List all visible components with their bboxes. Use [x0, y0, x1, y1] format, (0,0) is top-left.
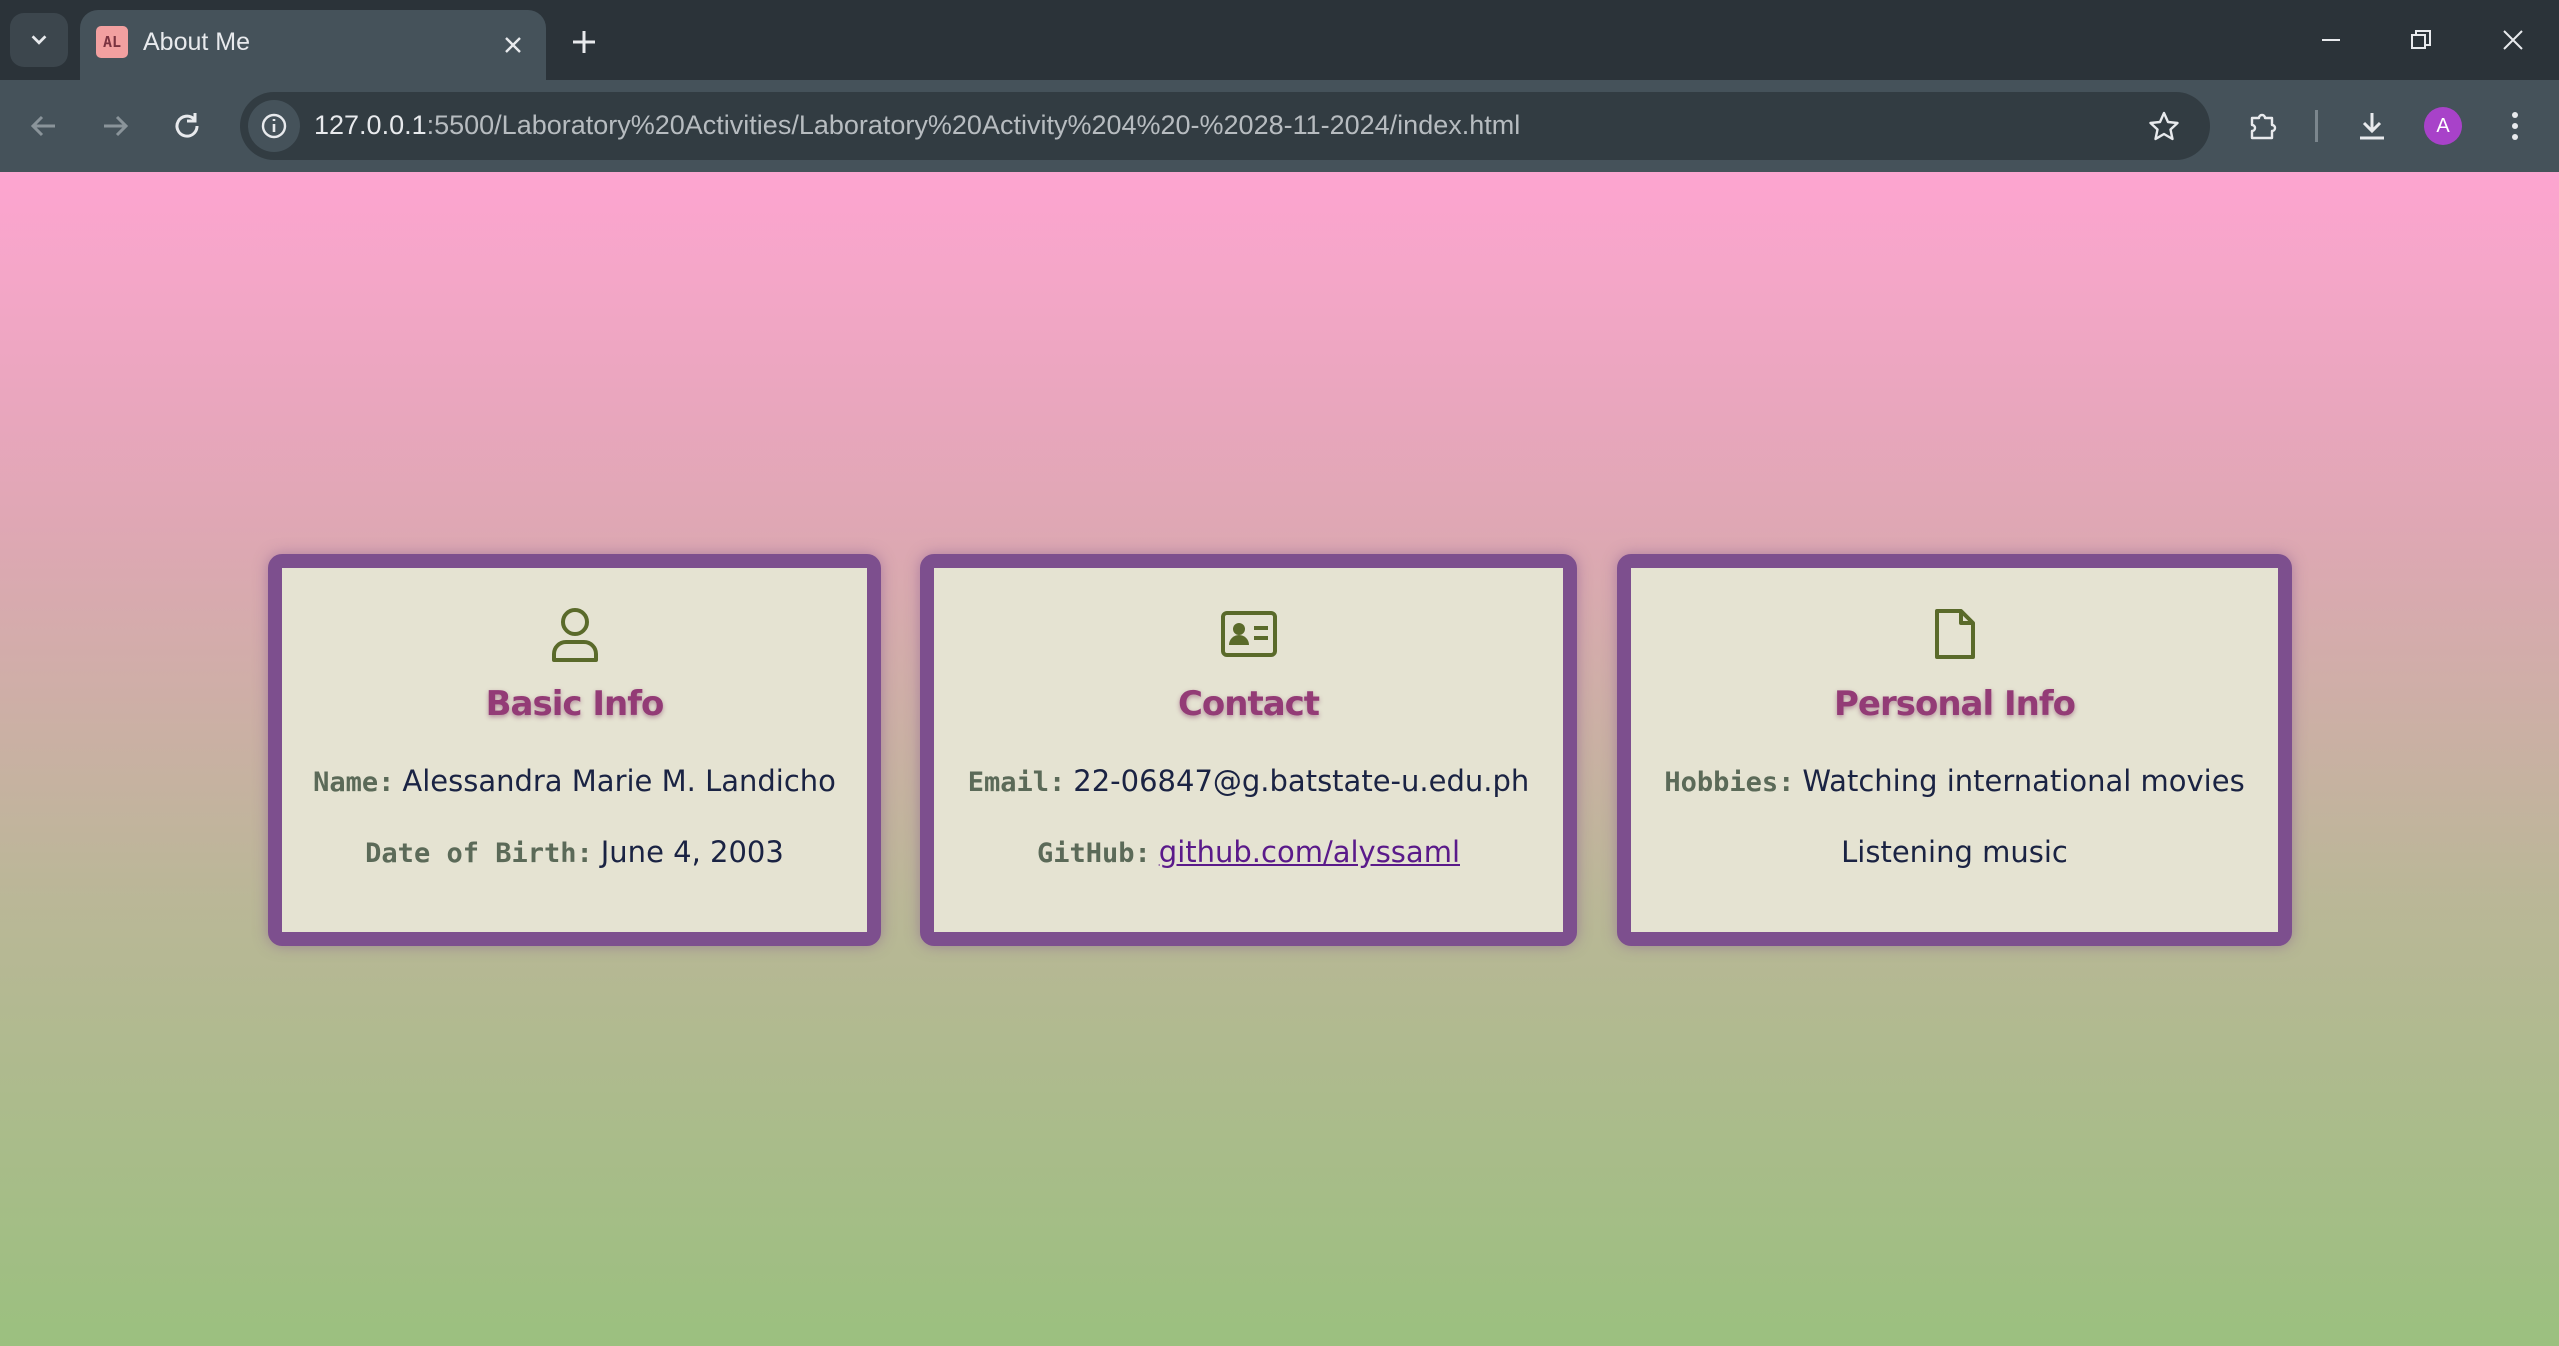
card-title: Basic Info: [485, 684, 665, 724]
email-label: Email:: [967, 767, 1066, 798]
puzzle-icon: [2250, 113, 2277, 140]
email-row: Email: 22-06847@g.batstate-u.edu.ph: [934, 764, 1563, 798]
tab-search-button[interactable]: [10, 13, 68, 67]
star-icon: [2149, 111, 2179, 141]
chevron-down-icon: [31, 35, 47, 45]
close-icon: [505, 37, 521, 53]
restore-icon: [2411, 30, 2431, 49]
email-value: 22-06847@g.batstate-u.edu.ph: [1073, 764, 1530, 798]
url-path: :5500/Laboratory%20Activities/Laboratory…: [426, 110, 1521, 140]
reload-icon: [175, 113, 199, 138]
hobby-value: Listening music: [1841, 835, 2068, 869]
github-label: GitHub:: [1036, 838, 1151, 869]
more-vert-icon: [2512, 112, 2518, 140]
address-bar[interactable]: 127.0.0.1:5500/Laboratory%20Activities/L…: [240, 92, 2210, 160]
site-info-button[interactable]: [248, 100, 300, 152]
close-window-button[interactable]: [2487, 14, 2539, 66]
tab-close-button[interactable]: [496, 28, 530, 62]
name-row: Name: Alessandra Marie M. Landicho: [282, 764, 867, 798]
hobby-value: Watching international movies: [1802, 764, 2245, 798]
tab-strip: AL About Me: [0, 0, 2559, 80]
url-host: 127.0.0.1: [314, 110, 427, 140]
user-icon: [545, 604, 605, 664]
toolbar-divider: [2315, 110, 2318, 142]
bookmark-button[interactable]: [2140, 102, 2188, 150]
dob-value: June 4, 2003: [600, 835, 784, 869]
card-basic-info: Basic Info Name: Alessandra Marie M. Land…: [268, 554, 881, 946]
minimize-button[interactable]: [2305, 14, 2357, 66]
url-text: 127.0.0.1:5500/Laboratory%20Activities/L…: [314, 110, 1520, 141]
page-viewport: Basic Info Name: Alessandra Marie M. Land…: [0, 172, 2559, 1346]
minimize-icon: [2322, 39, 2340, 41]
downloads-button[interactable]: [2348, 102, 2396, 150]
close-icon: [2503, 30, 2523, 50]
card-title: Personal Info: [1834, 684, 2076, 724]
dob-label: Date of Birth:: [365, 838, 593, 869]
arrow-right-icon: [104, 115, 129, 137]
hobbies-label: Hobbies:: [1664, 767, 1795, 798]
hobbies-row: Hobbies: Watching international movies: [1631, 764, 2278, 798]
dob-row: Date of Birth: June 4, 2003: [282, 835, 867, 869]
github-row: GitHub: github.com/alyssaml: [934, 835, 1563, 869]
back-button[interactable]: [20, 102, 68, 150]
name-value: Alessandra Marie M. Landicho: [402, 764, 836, 798]
browser-menu-button[interactable]: [2491, 102, 2539, 150]
id-card-icon: [1219, 604, 1279, 664]
new-tab-button[interactable]: [562, 20, 606, 64]
arrow-left-icon: [30, 115, 55, 137]
plus-icon: [573, 31, 595, 53]
github-link[interactable]: github.com/alyssaml: [1159, 835, 1460, 869]
tab-about-me[interactable]: AL About Me: [80, 10, 546, 80]
browser-toolbar: 127.0.0.1:5500/Laboratory%20Activities/L…: [0, 80, 2559, 172]
forward-button[interactable]: [91, 102, 139, 150]
card-title: Contact: [1177, 684, 1320, 724]
extensions-button[interactable]: [2240, 102, 2288, 150]
profile-avatar[interactable]: A: [2424, 107, 2462, 145]
card-personal-info: Personal Info Hobbies: Watching internati…: [1617, 554, 2292, 946]
info-icon: [261, 113, 287, 139]
download-icon: [2360, 113, 2384, 140]
hobby-row: Listening music: [1631, 835, 2278, 869]
restore-button[interactable]: [2395, 14, 2447, 66]
card-contact: Contact Email: 22-06847@g.batstate-u.edu.…: [920, 554, 1577, 946]
name-label: Name:: [313, 767, 395, 798]
document-icon: [1925, 604, 1985, 664]
reload-button[interactable]: [163, 102, 211, 150]
tab-title: About Me: [143, 28, 251, 56]
favicon-icon: AL: [96, 26, 128, 58]
